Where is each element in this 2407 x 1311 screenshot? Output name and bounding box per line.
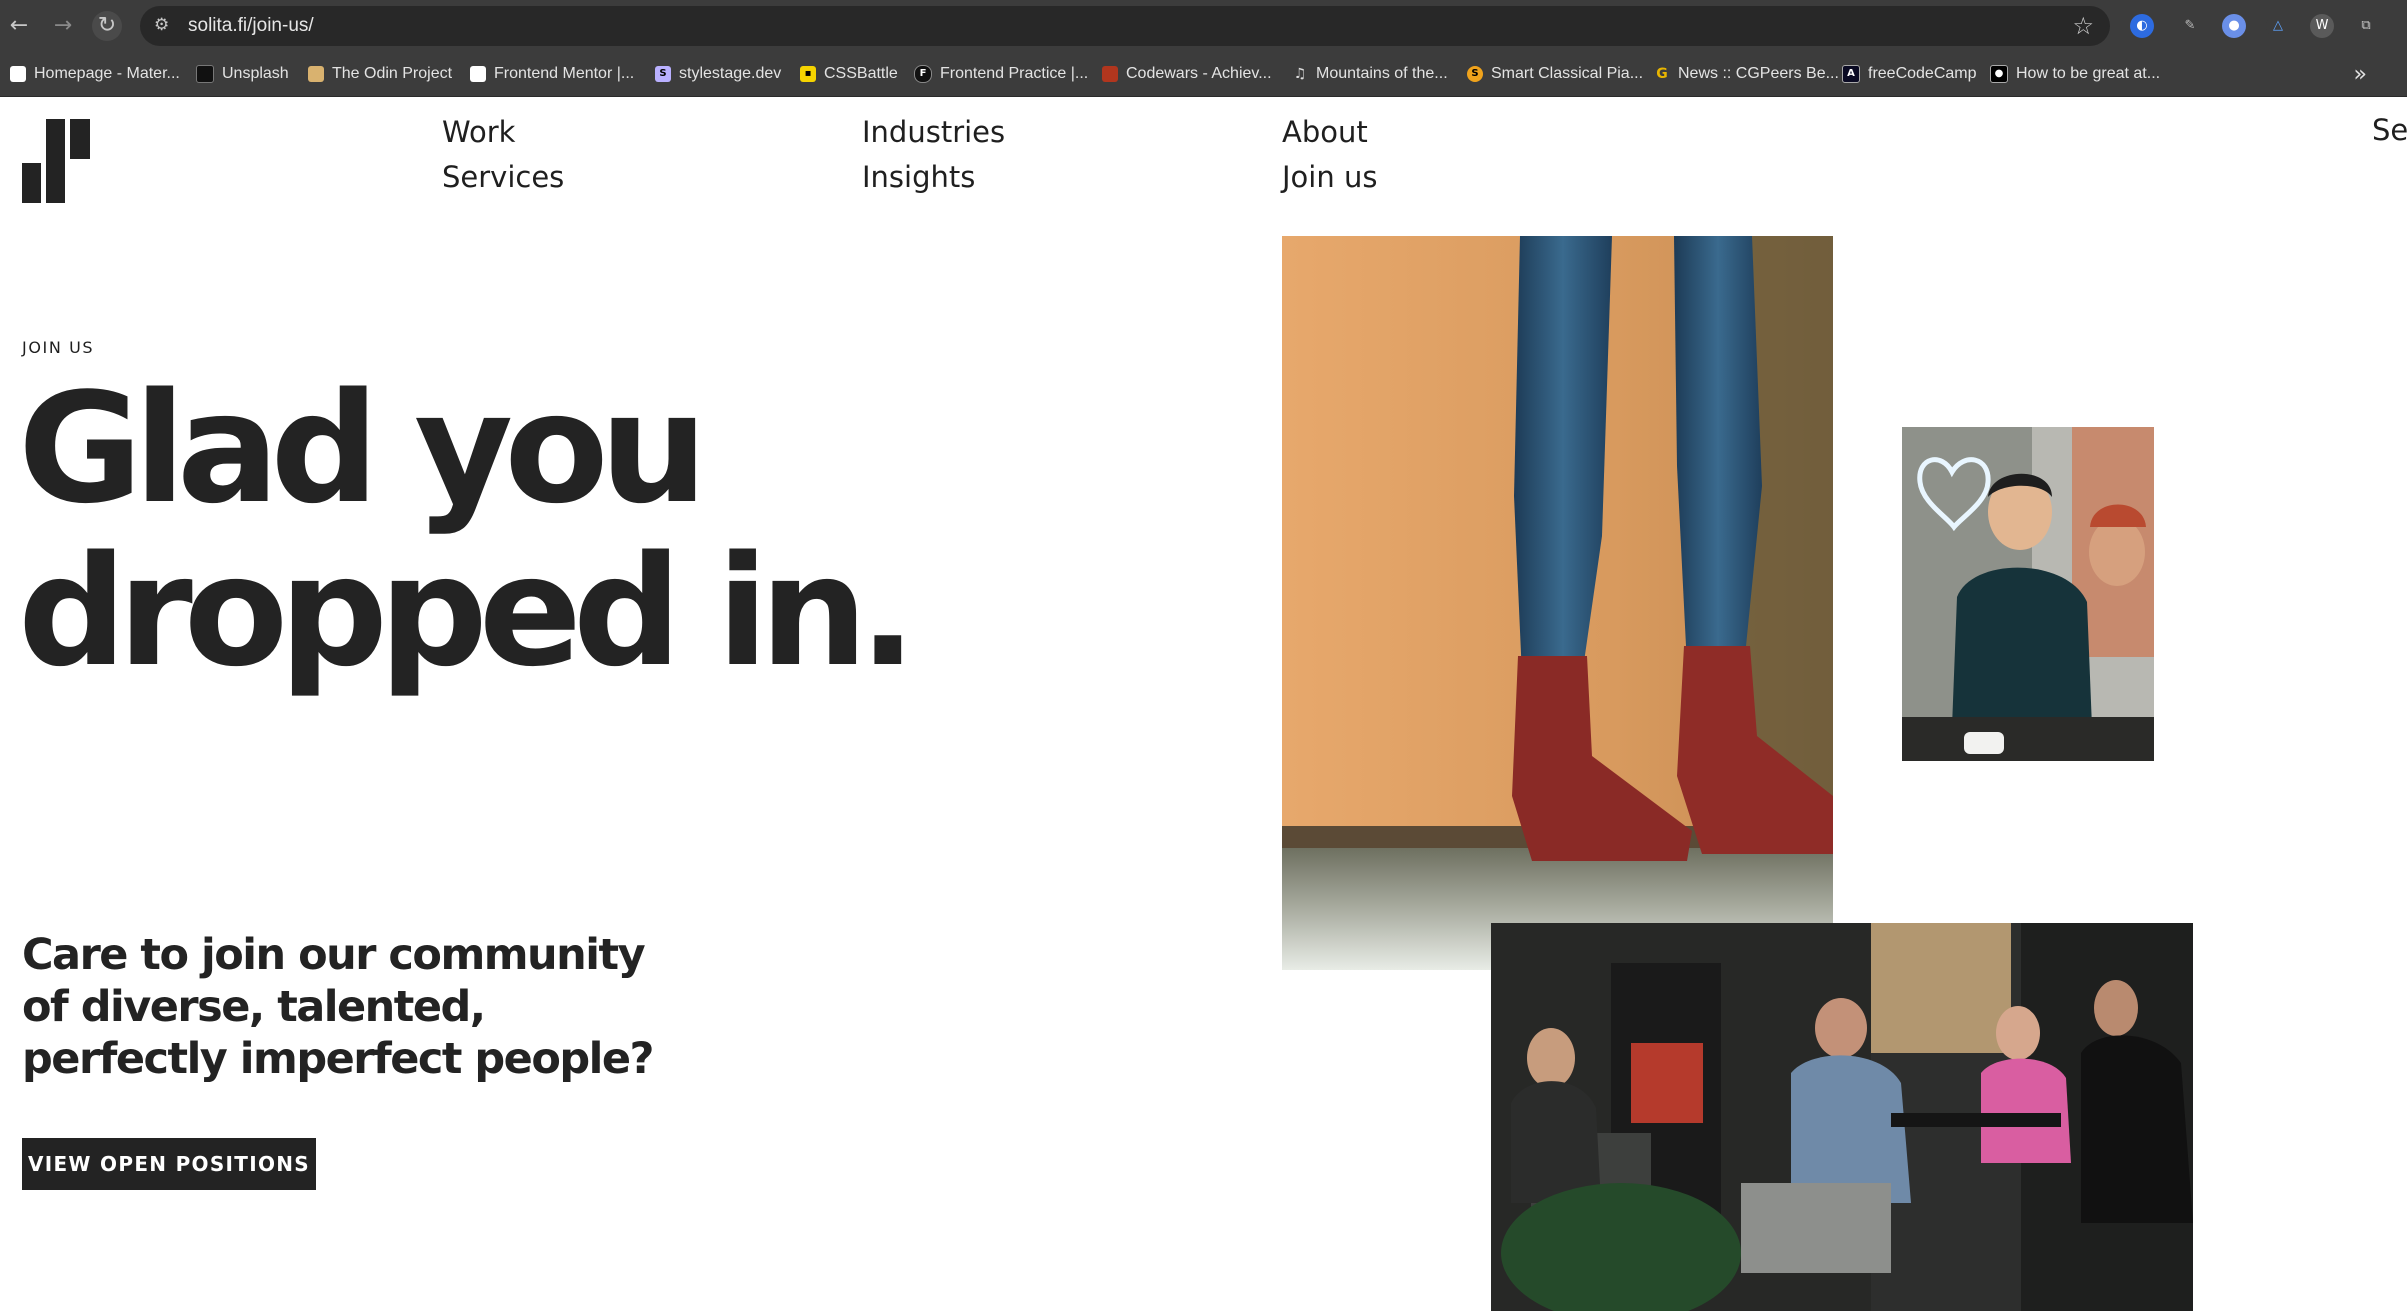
bookmark-label: CSSBattle [824, 65, 898, 82]
unsplash-favicon-icon [196, 65, 214, 83]
bookmark-label: Unsplash [222, 65, 289, 82]
nav-insights-link[interactable]: Insights [862, 160, 975, 194]
bookmark-item[interactable]: G News :: CGPeers Be... [1654, 63, 1839, 85]
bookmark-star-icon[interactable]: ☆ [2072, 12, 2094, 40]
site-settings-icon[interactable]: ⚙ [154, 15, 169, 35]
page-content: Work Services Industries Insights About … [0, 97, 2407, 1311]
freecodecamp-favicon-icon: A [1842, 65, 1860, 83]
extension-search-icon[interactable]: ● [2222, 14, 2246, 38]
bookmark-item[interactable]: ● How to be great at... [1990, 63, 2160, 85]
hero-title: Glad you dropped in. [18, 367, 917, 693]
nav-search-link[interactable]: Se [2372, 113, 2407, 147]
bookmark-item[interactable]: Frontend Mentor |... [470, 63, 634, 85]
reload-icon[interactable]: ↻ [92, 11, 122, 41]
more-bookmarks-chevron-icon[interactable]: » [2354, 62, 2367, 87]
bookmark-label: News :: CGPeers Be... [1678, 65, 1839, 82]
extension-pen-icon[interactable]: ✎ [2178, 14, 2202, 38]
bookmark-item[interactable]: S stylestage.dev [655, 63, 781, 85]
bookmark-item[interactable]: S Smart Classical Pia... [1467, 63, 1643, 85]
bookmark-label: Mountains of the... [1316, 65, 1448, 82]
bookmark-label: freeCodeCamp [1868, 65, 1977, 82]
smiling-woman-photo [1902, 427, 2154, 761]
back-arrow-icon[interactable]: ← [4, 11, 34, 41]
nav-join-us-link[interactable]: Join us [1282, 160, 1377, 194]
bookmark-label: The Odin Project [332, 65, 453, 82]
bookmark-label: How to be great at... [2016, 65, 2161, 82]
hero-title-line: dropped in. [18, 523, 917, 700]
smart-classical-favicon-icon: S [1467, 66, 1483, 82]
forward-arrow-icon[interactable]: → [48, 11, 78, 41]
bookmark-label: Codewars - Achiev... [1126, 65, 1272, 82]
extensions-puzzle-icon[interactable]: ⧉ [2354, 14, 2378, 38]
bookmarks-bar: Homepage - Mater... Unsplash The Odin Pr… [0, 52, 2407, 97]
eyebrow-label: JOIN US [22, 338, 95, 357]
hero-subtitle: Care to join our community of diverse, t… [22, 930, 655, 1084]
bookmark-label: Frontend Mentor |... [494, 65, 635, 82]
codewars-favicon-icon [1102, 66, 1118, 82]
frontend-practice-favicon-icon: F [914, 65, 932, 83]
odin-project-favicon-icon [308, 66, 324, 82]
bookmark-label: stylestage.dev [679, 65, 782, 82]
view-open-positions-button[interactable]: VIEW OPEN POSITIONS [22, 1138, 316, 1190]
bookmark-item[interactable]: The Odin Project [308, 63, 452, 85]
bookmark-item[interactable]: F Frontend Practice |... [914, 63, 1088, 85]
bookmark-item[interactable]: A freeCodeCamp [1842, 63, 1977, 85]
browser-toolbar: ← → ↻ ⚙ solita.fi/join-us/ ☆ ◐ ✎ ● △ W ⧉ [0, 0, 2407, 52]
stylestage-favicon-icon: S [655, 66, 671, 82]
bookmark-item[interactable]: Homepage - Mater... [10, 63, 180, 85]
materialize-favicon-icon [10, 66, 26, 82]
frontend-mentor-favicon-icon [470, 66, 486, 82]
bookmark-item[interactable]: Codewars - Achiev... [1102, 63, 1272, 85]
music-note-favicon-icon: ♫ [1293, 66, 1307, 82]
url-text[interactable]: solita.fi/join-us/ [188, 15, 314, 37]
cgpeers-favicon-icon: G [1656, 66, 1668, 82]
bookmark-label: Smart Classical Pia... [1491, 65, 1644, 82]
bookmark-label: Homepage - Mater... [34, 65, 180, 82]
bookmark-item[interactable]: Unsplash [196, 63, 289, 85]
medium-favicon-icon: ● [1990, 65, 2008, 83]
solita-logo-icon[interactable] [22, 119, 90, 203]
bookmark-item[interactable]: ▪ CSSBattle [800, 63, 898, 85]
team-meeting-photo [1491, 923, 2193, 1311]
extension-triangle-icon[interactable]: △ [2266, 14, 2290, 38]
bookmark-label: Frontend Practice |... [940, 65, 1089, 82]
socks-photo [1282, 236, 1833, 970]
address-bar[interactable]: ⚙ solita.fi/join-us/ ☆ [140, 6, 2110, 46]
nav-work-link[interactable]: Work [442, 115, 515, 149]
bookmark-item[interactable]: ♫ Mountains of the... [1292, 63, 1448, 85]
cssbattle-favicon-icon: ▪ [800, 66, 816, 82]
hero-title-line: Glad you [18, 360, 708, 537]
nav-about-link[interactable]: About [1282, 115, 1368, 149]
extension-w-icon[interactable]: W [2310, 14, 2334, 38]
extension-blue-icon[interactable]: ◐ [2130, 14, 2154, 38]
nav-services-link[interactable]: Services [442, 160, 564, 194]
nav-industries-link[interactable]: Industries [862, 115, 1005, 149]
